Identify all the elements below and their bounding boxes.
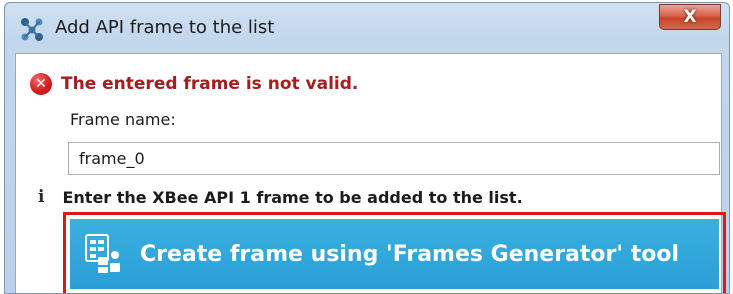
title-bar[interactable]: Add API frame to the list X: [5, 3, 729, 53]
error-message-row: ✕ The entered frame is not valid.: [30, 71, 358, 97]
info-icon: i: [38, 187, 45, 207]
frames-generator-button-label: Create frame using 'Frames Generator' to…: [140, 241, 680, 267]
frames-generator-icon: [85, 234, 120, 273]
error-icon: ✕: [30, 73, 52, 95]
info-message: Enter the XBee API 1 frame to be added t…: [62, 187, 523, 207]
highlight-box: Create frame using 'Frames Generator' to…: [63, 212, 726, 293]
xctu-app-icon: [21, 18, 43, 41]
close-button[interactable]: X: [659, 4, 721, 30]
frame-name-input[interactable]: [68, 142, 720, 175]
dialog-window: Add API frame to the list X ✕ The entere…: [4, 2, 730, 294]
frame-name-label: Frame name:: [70, 110, 176, 129]
error-message: The entered frame is not valid.: [61, 74, 359, 94]
info-message-row: i Enter the XBee API 1 frame to be added…: [38, 185, 523, 209]
frames-generator-button[interactable]: Create frame using 'Frames Generator' to…: [70, 219, 719, 289]
window-title: Add API frame to the list: [55, 17, 275, 38]
dialog-content: ✕ The entered frame is not valid. Frame …: [15, 53, 726, 293]
close-icon: X: [683, 7, 697, 27]
